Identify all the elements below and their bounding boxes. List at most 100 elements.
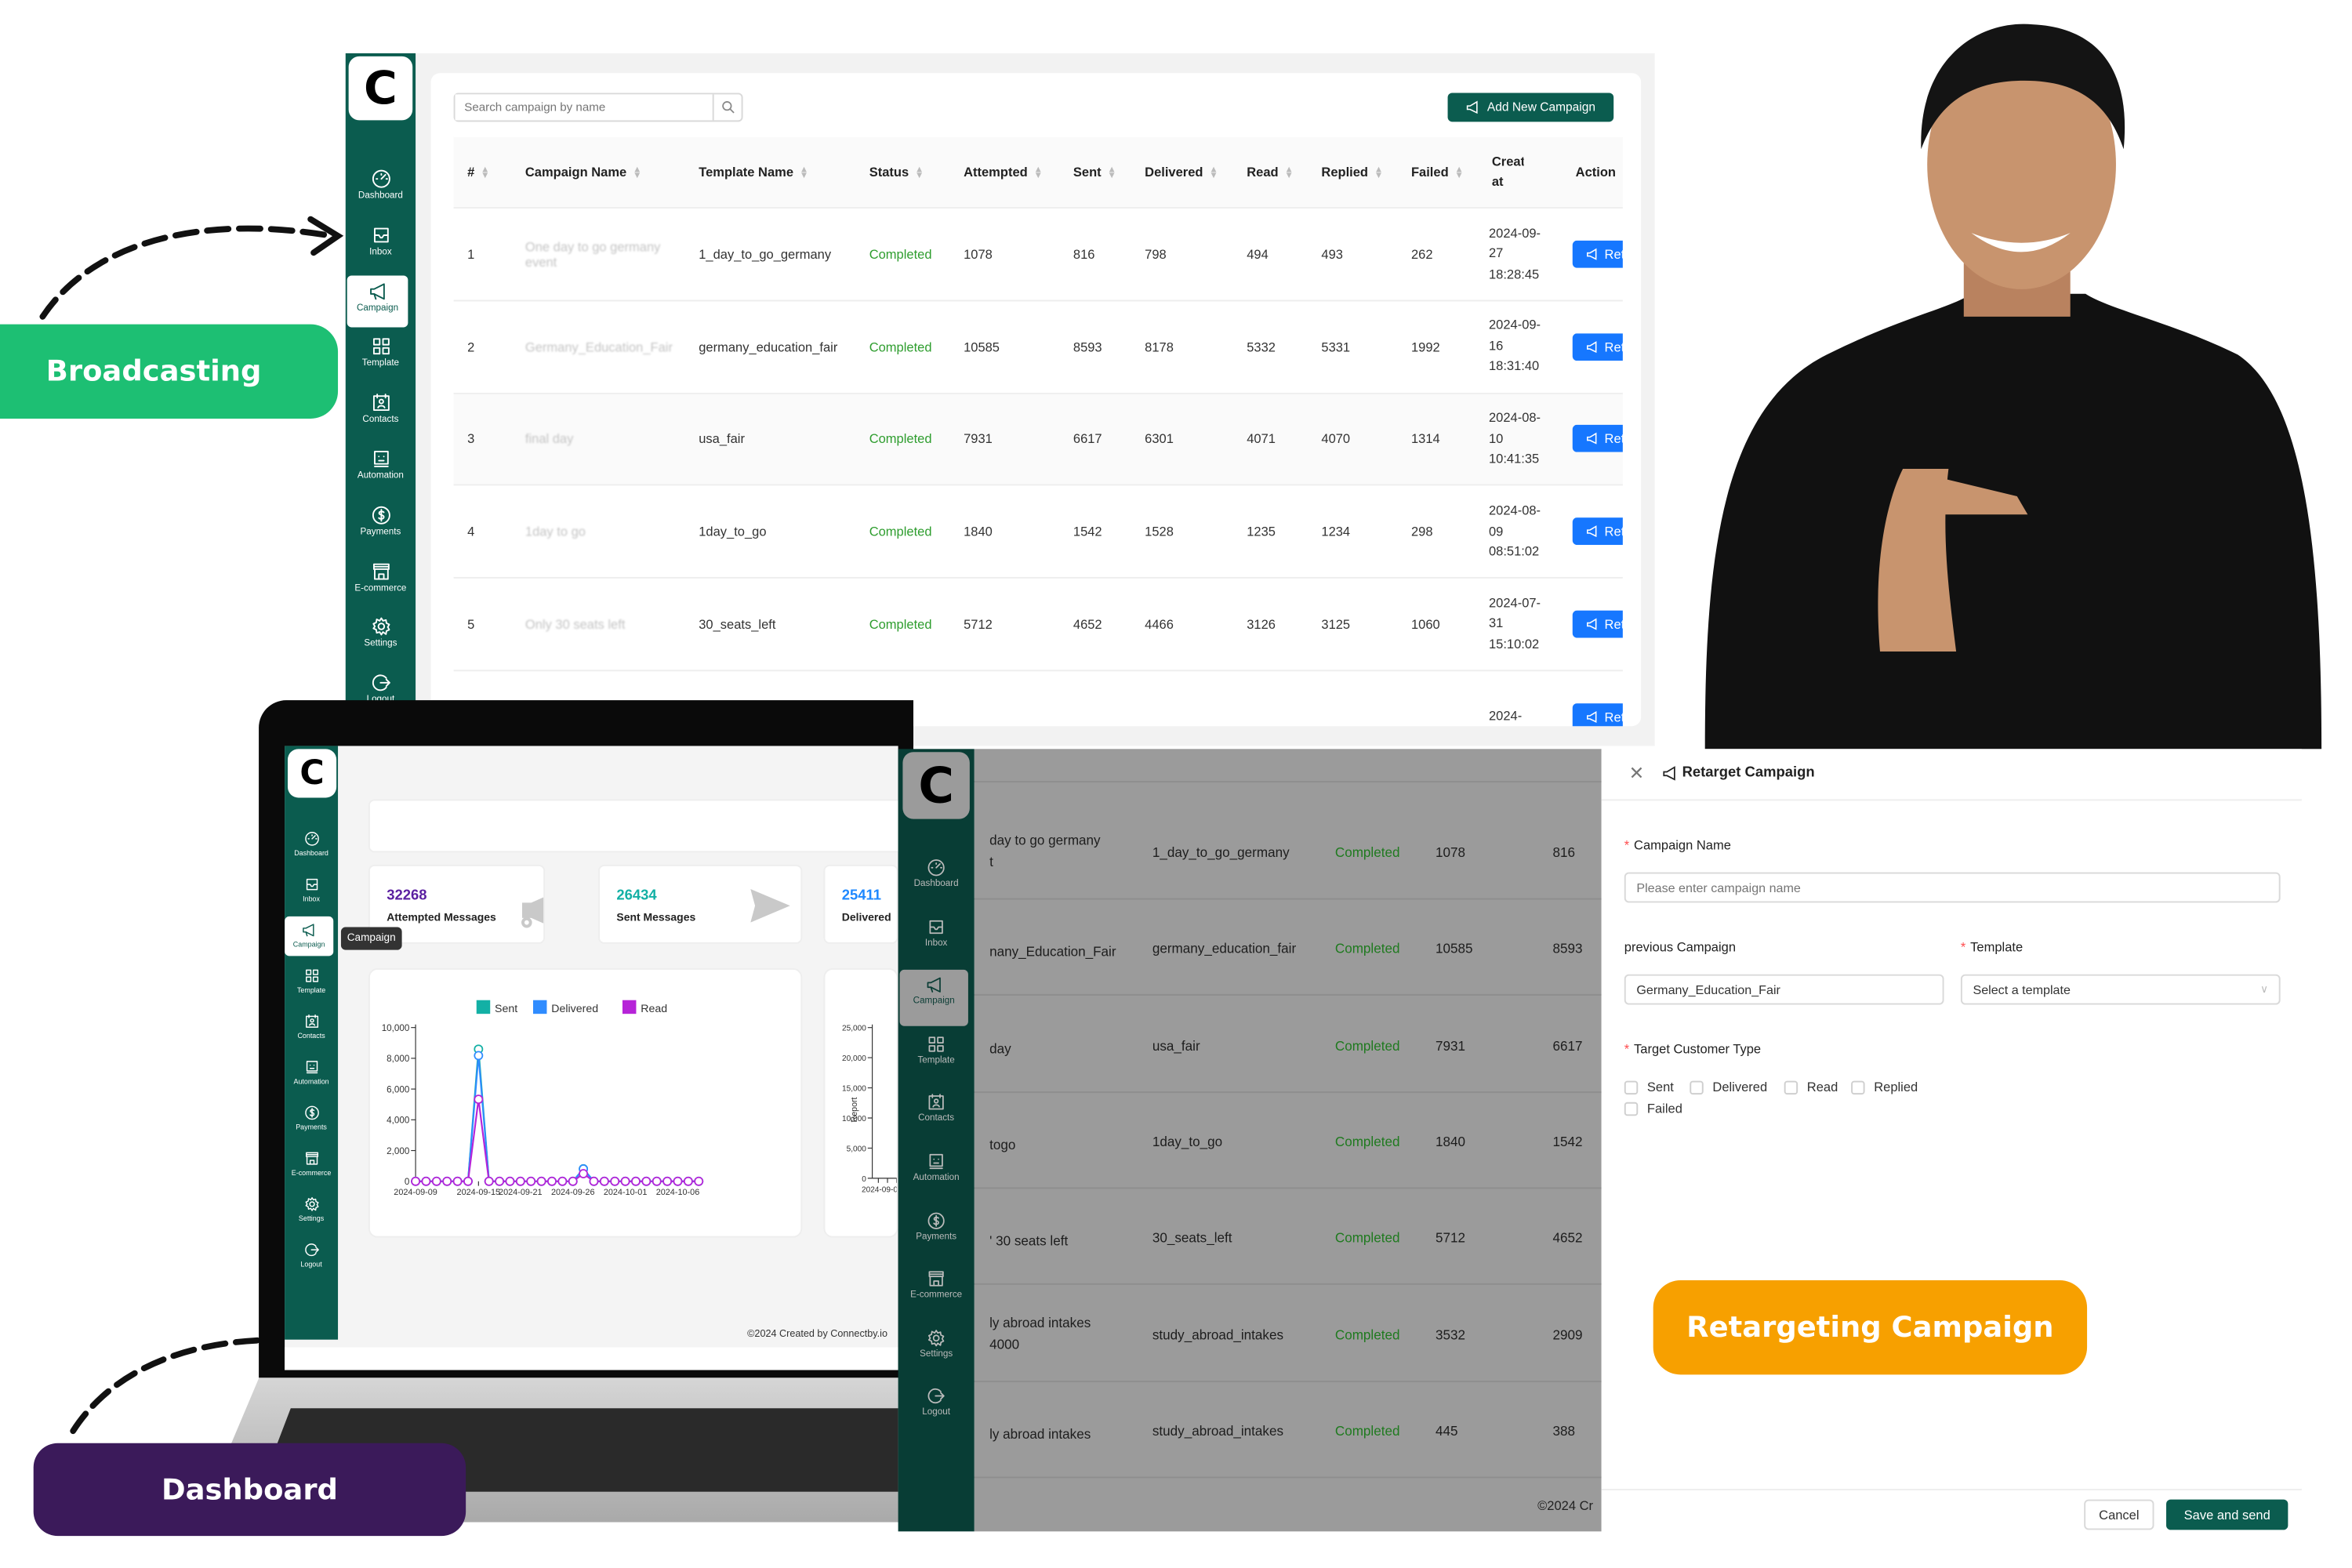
data-point-read[interactable] bbox=[526, 1176, 536, 1186]
sidebar-item-e-commerce[interactable]: E-commerce bbox=[285, 1145, 338, 1184]
column-header[interactable]: Sent ▲ ▼ bbox=[1059, 165, 1131, 180]
table-row[interactable]: 1 One day to go germany event 1_day_to_go_… bbox=[453, 209, 1623, 302]
sidebar-item-automation[interactable]: Automation bbox=[898, 1146, 975, 1203]
sort-icon[interactable]: ▲ ▼ bbox=[481, 165, 490, 180]
campaign-name-input[interactable] bbox=[1624, 872, 2281, 903]
sidebar-item-automation[interactable]: Automation bbox=[285, 1054, 338, 1093]
sidebar-item-e-commerce[interactable]: E-commerce bbox=[898, 1264, 975, 1320]
sidebar-item-campaign[interactable]: Campaign bbox=[899, 970, 968, 1027]
sort-icon[interactable]: ▲ ▼ bbox=[1454, 165, 1464, 180]
data-point-read[interactable] bbox=[694, 1176, 704, 1186]
column-header[interactable]: # ▲ ▼ bbox=[454, 165, 512, 180]
legend-item[interactable]: Read bbox=[622, 1000, 667, 1016]
data-point-read[interactable] bbox=[463, 1176, 473, 1186]
checkbox-box[interactable] bbox=[1851, 1080, 1865, 1094]
checkbox-delivered[interactable]: Delivered bbox=[1690, 1080, 1767, 1094]
data-point-read[interactable] bbox=[547, 1176, 557, 1186]
data-point-read[interactable] bbox=[579, 1169, 589, 1178]
previous-campaign-input[interactable]: Germany_Education_Fair bbox=[1624, 974, 1944, 1005]
sidebar-item-logout[interactable]: Logout bbox=[285, 1236, 338, 1276]
data-point-read[interactable] bbox=[442, 1176, 452, 1186]
table-row[interactable]: 3 final day usa_fair Completed 7931 6617 6301 4… bbox=[453, 394, 1623, 487]
data-point-read[interactable] bbox=[610, 1176, 620, 1186]
save-and-send-button[interactable]: Save and send bbox=[2166, 1499, 2288, 1530]
sidebar-item-settings[interactable]: Settings bbox=[285, 1190, 338, 1229]
sort-icon[interactable]: ▲ ▼ bbox=[1374, 165, 1384, 180]
table-row[interactable]: 2 Germany_Education_Fair germany_education… bbox=[453, 301, 1623, 394]
column-header[interactable]: Delivered ▲ ▼ bbox=[1131, 165, 1233, 180]
sidebar-item-campaign[interactable]: Campaign bbox=[285, 916, 334, 956]
table-row[interactable]: 4 1day to go 1day_to_go Completed 1840 1542 15… bbox=[453, 486, 1623, 579]
data-point-read[interactable] bbox=[641, 1176, 652, 1186]
data-point-delivered[interactable] bbox=[474, 1051, 484, 1061]
cancel-button[interactable]: Cancel bbox=[2084, 1499, 2154, 1530]
sidebar-item-contacts[interactable]: Contacts bbox=[898, 1087, 975, 1144]
stat-label: Delivered bbox=[841, 910, 891, 924]
checkbox-box[interactable] bbox=[1624, 1080, 1639, 1094]
column-header[interactable]: Replied ▲ ▼ bbox=[1308, 165, 1398, 180]
sort-icon[interactable]: ▲ ▼ bbox=[633, 165, 642, 180]
data-point-read[interactable] bbox=[536, 1176, 546, 1186]
sort-icon[interactable]: ▲ ▼ bbox=[800, 165, 809, 180]
data-point-read[interactable] bbox=[673, 1176, 683, 1186]
close-icon[interactable]: ✕ bbox=[1629, 763, 1645, 784]
column-header[interactable]: Template Name ▲ ▼ bbox=[685, 165, 855, 180]
sort-icon[interactable]: ▲ ▼ bbox=[1107, 165, 1116, 180]
checkbox-box[interactable] bbox=[1690, 1080, 1704, 1094]
data-point-read[interactable] bbox=[421, 1176, 431, 1186]
logo[interactable]: C bbox=[902, 752, 970, 819]
data-point-read[interactable] bbox=[474, 1094, 484, 1105]
data-point-read[interactable] bbox=[683, 1176, 693, 1186]
sort-icon[interactable]: ▲ ▼ bbox=[1284, 165, 1294, 180]
sidebar-item-payments[interactable]: Payments bbox=[285, 1099, 338, 1138]
sidebar-item-payments[interactable]: Payments bbox=[898, 1205, 975, 1261]
data-point-read[interactable] bbox=[505, 1176, 515, 1186]
sidebar-item-inbox[interactable]: Inbox bbox=[898, 911, 975, 967]
sort-icon[interactable]: ▲ ▼ bbox=[915, 165, 924, 180]
cell-created: 2024-09-27 18:28:45 bbox=[1488, 224, 1541, 281]
data-point-read[interactable] bbox=[631, 1176, 641, 1186]
sort-icon[interactable]: ▲ ▼ bbox=[1033, 165, 1043, 180]
data-point-read[interactable] bbox=[620, 1176, 630, 1186]
data-point-read[interactable] bbox=[431, 1176, 441, 1186]
legend-item[interactable]: Sent bbox=[476, 1000, 517, 1016]
table-row[interactable]: 5 Only 30 seats left 30_seats_left Complete… bbox=[453, 579, 1623, 672]
sidebar-item-template[interactable]: Template bbox=[285, 962, 338, 1001]
data-point-read[interactable] bbox=[599, 1176, 609, 1186]
data-point-read[interactable] bbox=[495, 1176, 505, 1186]
cell-created: 2024-08-10 10:41:35 bbox=[1488, 409, 1541, 466]
data-point-read[interactable] bbox=[568, 1176, 578, 1186]
checkbox-box[interactable] bbox=[1624, 1101, 1639, 1116]
checkbox-failed[interactable]: Failed bbox=[1624, 1101, 1682, 1116]
sort-icon[interactable]: ▲ ▼ bbox=[1209, 165, 1218, 180]
template-select[interactable]: Select a template ∨ bbox=[1960, 974, 2281, 1005]
data-point-read[interactable] bbox=[662, 1176, 673, 1186]
column-header[interactable]: Failed ▲ ▼ bbox=[1397, 165, 1478, 180]
sidebar-item-dashboard[interactable]: Dashboard bbox=[898, 852, 975, 909]
legend-item[interactable]: Delivered bbox=[532, 1000, 598, 1016]
checkbox-replied[interactable]: Replied bbox=[1851, 1080, 1918, 1094]
sidebar-item-settings[interactable]: Settings bbox=[898, 1323, 975, 1379]
sidebar-item-contacts[interactable]: Contacts bbox=[285, 1007, 338, 1047]
checkbox-sent[interactable]: Sent bbox=[1624, 1080, 1674, 1094]
column-header[interactable]: Read ▲ ▼ bbox=[1233, 165, 1308, 180]
data-point-read[interactable] bbox=[452, 1176, 463, 1186]
data-point-read[interactable] bbox=[589, 1176, 599, 1186]
cell-failed: 262 bbox=[1410, 246, 1433, 262]
column-header[interactable]: Status ▲ ▼ bbox=[855, 165, 949, 180]
logo[interactable]: C bbox=[287, 749, 337, 798]
data-point-read[interactable] bbox=[411, 1176, 421, 1186]
sidebar-item-dashboard[interactable]: Dashboard bbox=[285, 825, 338, 864]
data-point-read[interactable] bbox=[557, 1176, 568, 1186]
sidebar-item-template[interactable]: Template bbox=[898, 1029, 975, 1085]
column-header[interactable]: Created at bbox=[1478, 152, 1524, 191]
column-header[interactable]: Attempted ▲ ▼ bbox=[950, 165, 1060, 180]
sidebar-item-logout[interactable]: Logout bbox=[898, 1381, 975, 1438]
column-header[interactable]: Campaign Name ▲ ▼ bbox=[511, 165, 684, 180]
data-point-read[interactable] bbox=[515, 1176, 525, 1186]
data-point-read[interactable] bbox=[484, 1176, 494, 1186]
data-point-read[interactable] bbox=[652, 1176, 662, 1186]
sidebar-item-inbox[interactable]: Inbox bbox=[285, 871, 338, 910]
checkbox-box[interactable] bbox=[1784, 1080, 1798, 1094]
checkbox-read[interactable]: Read bbox=[1784, 1080, 1838, 1094]
